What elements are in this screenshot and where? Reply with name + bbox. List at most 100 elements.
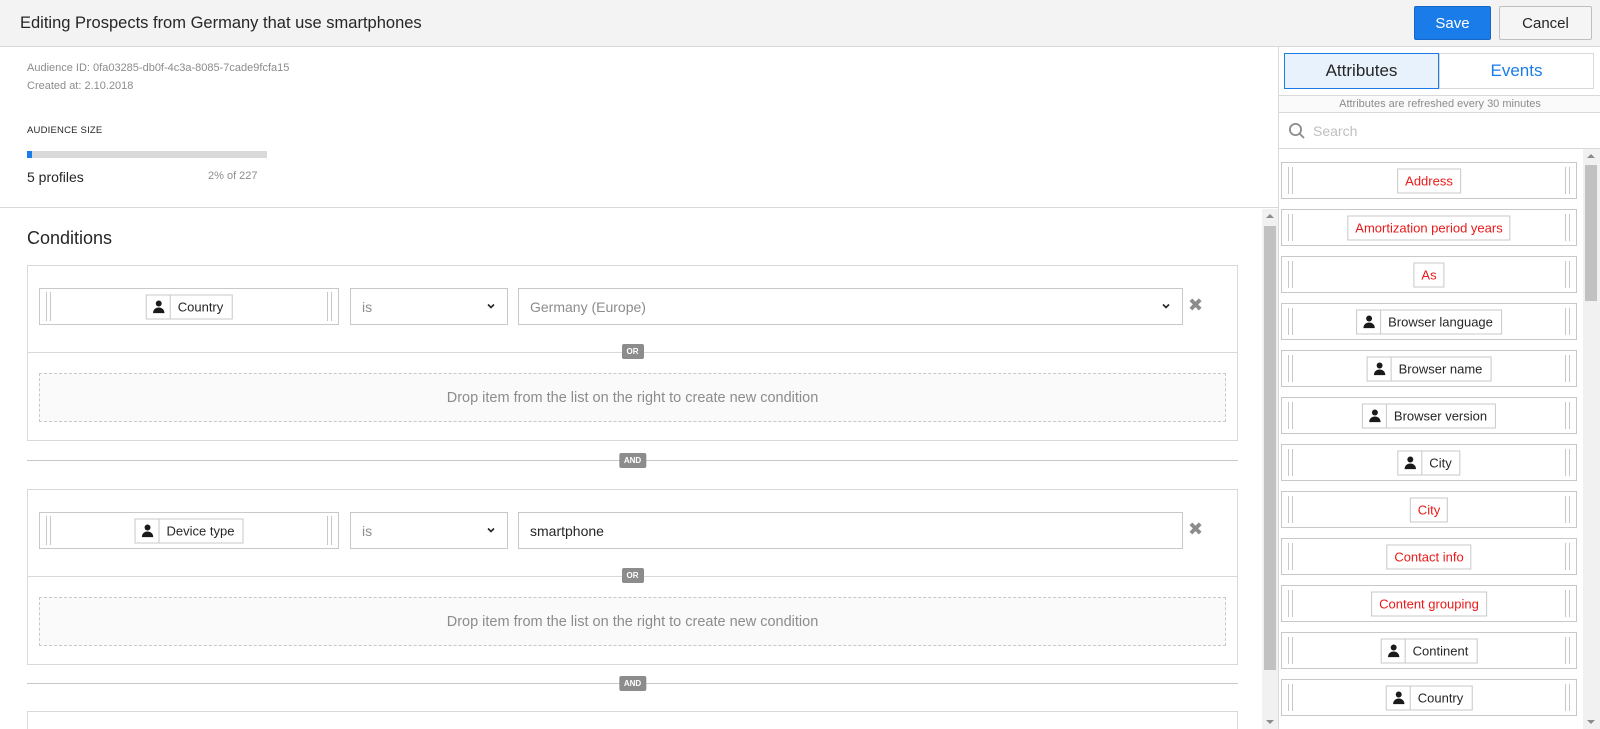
drag-handle-icon[interactable] [1565,684,1570,711]
condition-attribute-slot[interactable]: Country [39,288,339,325]
conditions-scrollbar[interactable] [1262,209,1278,729]
attribute-chip[interactable]: Browser version [1361,403,1497,428]
attribute-chip[interactable]: Country [1385,685,1473,710]
drag-handle-icon[interactable] [1565,449,1570,476]
scrollbar-thumb[interactable] [1264,226,1276,670]
drag-handle-icon[interactable] [1565,308,1570,335]
and-separator: AND [27,453,1238,468]
attribute-chip-label: Country [177,299,224,314]
drag-handle-icon[interactable] [1565,402,1570,429]
remove-condition-icon[interactable]: ✖ [1188,296,1203,314]
refresh-note: Attributes are refreshed every 30 minute… [1279,95,1600,113]
scrollbar-thumb[interactable] [1585,165,1597,301]
value-select[interactable]: Germany (Europe) [518,288,1183,325]
attribute-chip[interactable]: City [1397,450,1461,475]
attribute-chip[interactable]: Contact info [1386,544,1472,569]
attribute-list-item[interactable]: City [1281,444,1577,481]
drag-handle-icon[interactable] [1288,355,1293,382]
attribute-chip[interactable]: City [1409,497,1449,522]
attribute-search [1279,113,1600,149]
attribute-list-item[interactable]: Amortization period years [1281,209,1577,246]
attribute-list-item[interactable]: Content grouping [1281,585,1577,622]
drop-zone[interactable]: Drop item from the list on the right to … [39,373,1226,422]
value-input[interactable] [518,512,1183,549]
user-icon [1357,310,1382,333]
attribute-list-item[interactable]: Browser version [1281,397,1577,434]
drag-handle-icon[interactable] [1288,684,1293,711]
condition-row: Country is Germany (Europe) ✖ OR [28,266,1237,359]
condition-attribute-slot[interactable]: Device type [39,512,339,549]
drag-handle-icon[interactable] [1288,167,1293,194]
attribute-chip-label: Browser version [1393,408,1488,423]
scroll-down-icon[interactable] [1587,720,1595,724]
scroll-up-icon[interactable] [1266,214,1274,218]
attribute-list-item[interactable]: Country [1281,679,1577,716]
attribute-list-scrollbar[interactable] [1583,149,1600,729]
drag-handle-icon[interactable] [327,292,332,321]
drag-handle-icon[interactable] [1565,167,1570,194]
attribute-list-item[interactable]: Continent [1281,632,1577,669]
drag-handle-icon[interactable] [1288,308,1293,335]
attribute-list-item[interactable]: Address [1281,162,1577,199]
drag-handle-icon[interactable] [46,516,51,545]
or-badge: OR [621,568,644,583]
condition-group [27,711,1238,729]
attribute-chip[interactable]: Content grouping [1371,591,1487,616]
drag-handle-icon[interactable] [46,292,51,321]
attribute-chip[interactable]: Browser language [1356,309,1502,334]
drag-handle-icon[interactable] [1565,261,1570,288]
drag-handle-icon[interactable] [1288,496,1293,523]
attribute-chip[interactable]: Continent [1380,638,1478,663]
drag-handle-icon[interactable] [1565,543,1570,570]
drag-handle-icon[interactable] [1565,496,1570,523]
operator-value: is [362,523,373,539]
scroll-up-icon[interactable] [1587,154,1595,158]
attribute-list-item[interactable]: As [1281,256,1577,293]
operator-select[interactable]: is [350,288,508,325]
page-title: Editing Prospects from Germany that use … [20,14,422,32]
attribute-list-item[interactable]: Browser name [1281,350,1577,387]
operator-value: is [362,299,373,315]
save-button[interactable]: Save [1414,6,1491,40]
attribute-chip-label: Continent [1412,643,1469,658]
attribute-chip-label: Amortization period years [1355,220,1503,235]
drop-zone[interactable]: Drop item from the list on the right to … [39,597,1226,646]
user-icon [136,519,160,542]
scroll-down-icon[interactable] [1266,720,1274,724]
attribute-chip[interactable]: Country [145,294,233,319]
tab-events[interactable]: Events [1439,53,1594,89]
attribute-chip[interactable]: As [1413,262,1445,287]
top-bar: Editing Prospects from Germany that use … [0,0,1600,47]
drag-handle-icon[interactable] [1565,355,1570,382]
drag-handle-icon[interactable] [1288,261,1293,288]
attribute-list-item[interactable]: Browser language [1281,303,1577,340]
drag-handle-icon[interactable] [1565,637,1570,664]
cancel-button[interactable]: Cancel [1499,6,1592,40]
attribute-list-item[interactable]: City [1281,491,1577,528]
drag-handle-icon[interactable] [1288,402,1293,429]
remove-condition-icon[interactable]: ✖ [1188,520,1203,538]
attribute-chip-label: Device type [166,523,235,538]
drag-handle-icon[interactable] [1288,590,1293,617]
drag-handle-icon[interactable] [1288,637,1293,664]
search-input[interactable] [1313,121,1583,141]
attribute-chip[interactable]: Amortization period years [1347,215,1511,240]
drag-handle-icon[interactable] [1565,590,1570,617]
drag-handle-icon[interactable] [1288,543,1293,570]
value-select-value: Germany (Europe) [530,299,646,315]
drag-handle-icon[interactable] [1565,214,1570,241]
attribute-list-item[interactable]: Contact info [1281,538,1577,575]
and-badge: AND [618,676,647,691]
search-icon [1289,123,1305,139]
tab-attributes[interactable]: Attributes [1284,53,1439,89]
drag-handle-icon[interactable] [1288,449,1293,476]
attribute-chip[interactable]: Browser name [1366,356,1492,381]
operator-select[interactable]: is [350,512,508,549]
drag-handle-icon[interactable] [1288,214,1293,241]
drag-handle-icon[interactable] [327,516,332,545]
attribute-list: Address Amortization period years As Browse… [1279,149,1600,729]
attribute-chip[interactable]: Address [1397,168,1461,193]
attribute-chip[interactable]: Device type [134,518,244,543]
attribute-chip-label: Address [1405,173,1453,188]
audience-size-bar-fill [27,151,33,158]
